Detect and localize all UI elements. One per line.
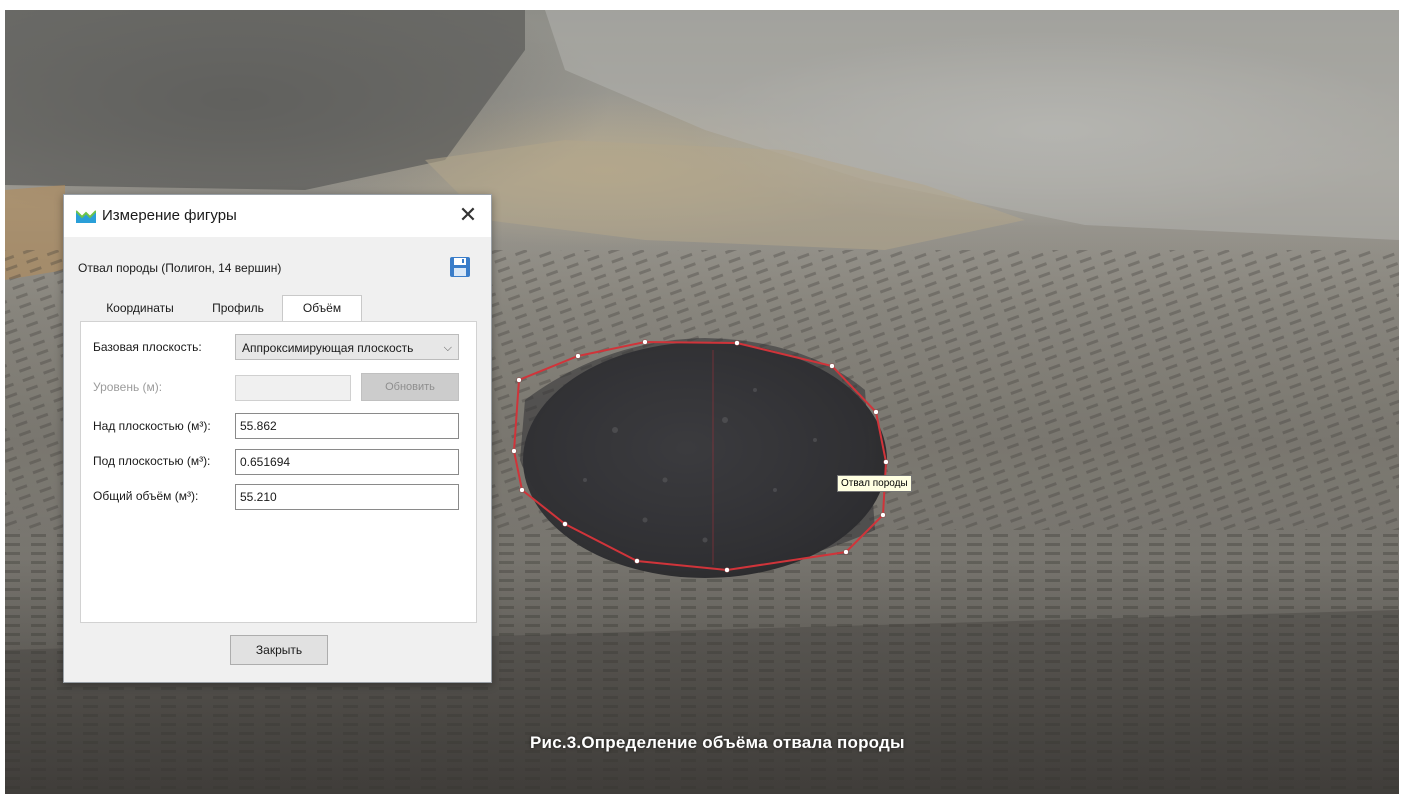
save-icon[interactable] [448, 255, 472, 279]
below-plane-label: Под плоскостью (м³): [93, 454, 211, 468]
above-plane-label: Над плоскостью (м³): [93, 419, 211, 433]
base-plane-label: Базовая плоскость: [93, 340, 202, 354]
app-logo-icon [76, 210, 96, 223]
tab-coordinates[interactable]: Координаты [90, 297, 190, 319]
layer-name: Отвал породы (Полигон, 14 вершин) [78, 261, 282, 275]
above-plane-field[interactable]: 55.862 [235, 413, 459, 439]
close-button[interactable]: Закрыть [230, 635, 328, 665]
below-plane-field[interactable]: 0.651694 [235, 449, 459, 475]
polygon-tooltip: Отвал породы [837, 475, 912, 492]
tab-volume[interactable]: Объём [282, 295, 362, 322]
base-plane-select[interactable]: Аппроксимирующая плоскость ⌵ [235, 334, 459, 360]
close-icon[interactable]: ✕ [456, 203, 480, 227]
dialog-title: Измерение фигуры [102, 207, 237, 224]
tab-profile[interactable]: Профиль [198, 297, 278, 319]
refresh-button[interactable]: Обновить [361, 373, 459, 401]
level-field[interactable] [235, 375, 351, 401]
figure-caption: Рис.3.Определение объёма отвала породы [530, 733, 905, 752]
dialog-titlebar[interactable]: Измерение фигуры ✕ [64, 195, 491, 237]
total-volume-label: Общий объём (м³): [93, 489, 199, 503]
total-volume-field[interactable]: 55.210 [235, 484, 459, 510]
level-label: Уровень (м): [93, 380, 163, 394]
chevron-down-icon: ⌵ [443, 342, 452, 354]
measure-shape-dialog: Измерение фигуры ✕ Отвал породы (Полигон… [63, 194, 492, 683]
volume-panel: Базовая плоскость: Аппроксимирующая плос… [80, 321, 477, 623]
base-plane-value: Аппроксимирующая плоскость [242, 341, 414, 355]
